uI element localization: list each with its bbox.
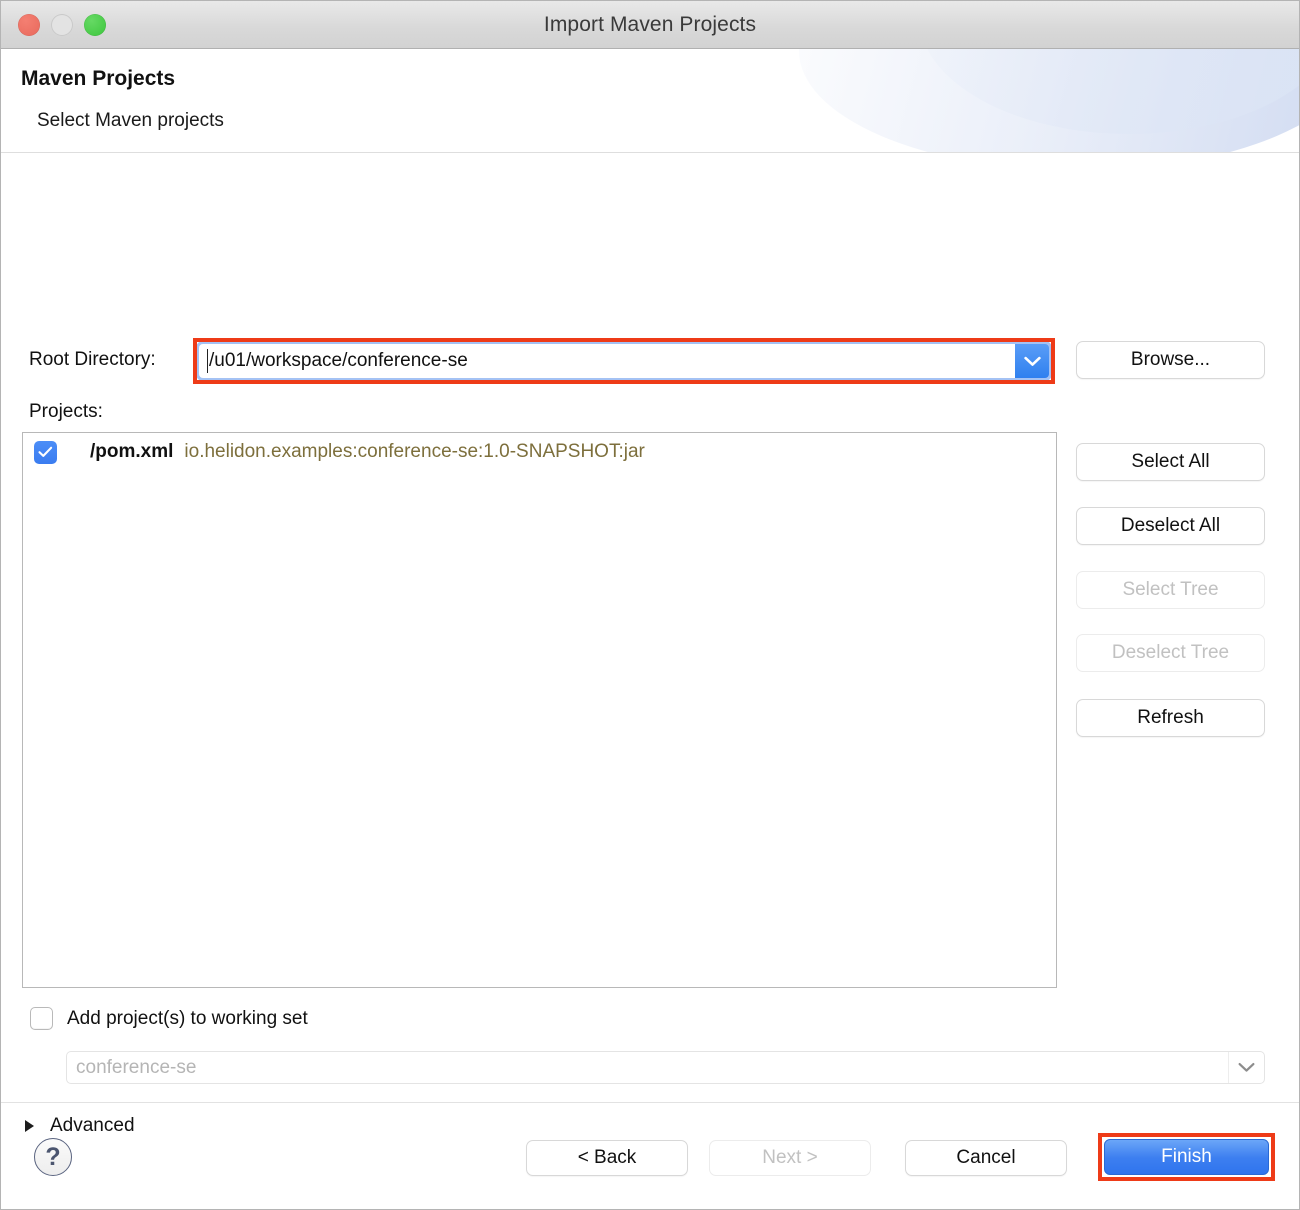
- root-directory-label: Root Directory:: [29, 349, 156, 370]
- deselect-tree-button: Deselect Tree: [1076, 634, 1265, 672]
- back-button[interactable]: < Back: [526, 1140, 688, 1176]
- chevron-down-icon: [1228, 1052, 1264, 1083]
- root-directory-input[interactable]: /u01/workspace/conference-se: [199, 344, 1015, 378]
- projects-list[interactable]: /pom.xml io.helidon.examples:conference-…: [22, 432, 1057, 988]
- title-bar: Import Maven Projects: [1, 1, 1299, 49]
- triangle-right-icon[interactable]: [25, 1120, 34, 1132]
- deselect-all-button[interactable]: Deselect All: [1076, 507, 1265, 545]
- working-set-combo: conference-se: [66, 1051, 1265, 1084]
- minimize-window-button[interactable]: [51, 13, 73, 36]
- finish-button[interactable]: Finish: [1104, 1139, 1269, 1175]
- page-subtitle: Select Maven projects: [37, 110, 224, 131]
- working-set-value: conference-se: [76, 1056, 197, 1078]
- advanced-label: Advanced: [50, 1115, 135, 1136]
- add-to-working-set-label: Add project(s) to working set: [67, 1007, 308, 1029]
- footer-separator: [1, 1102, 1299, 1103]
- project-checkbox-checked[interactable]: [34, 440, 57, 464]
- add-to-working-set-row[interactable]: Add project(s) to working set: [30, 1007, 308, 1030]
- select-all-button[interactable]: Select All: [1076, 443, 1265, 481]
- table-row[interactable]: /pom.xml io.helidon.examples:conference-…: [23, 433, 1056, 471]
- refresh-button[interactable]: Refresh: [1076, 699, 1265, 737]
- project-coordinates: io.helidon.examples:conference-se:1.0-SN…: [184, 441, 645, 462]
- dialog-body: Root Directory: /u01/workspace/conferenc…: [1, 153, 1299, 1136]
- maximize-window-button[interactable]: [84, 13, 106, 36]
- project-path: /pom.xml: [90, 441, 174, 462]
- add-to-working-set-checkbox[interactable]: [30, 1007, 53, 1030]
- close-window-button[interactable]: [18, 13, 40, 36]
- chevron-down-icon[interactable]: [1015, 344, 1049, 378]
- window-title: Import Maven Projects: [543, 12, 757, 36]
- next-button: Next >: [709, 1140, 871, 1176]
- page-title: Maven Projects: [21, 67, 176, 90]
- dialog-header: Maven Projects Select Maven projects: [1, 49, 1299, 153]
- cancel-button[interactable]: Cancel: [905, 1140, 1067, 1176]
- help-icon[interactable]: ?: [34, 1138, 72, 1176]
- select-tree-button: Select Tree: [1076, 571, 1265, 609]
- root-directory-combo[interactable]: /u01/workspace/conference-se: [199, 344, 1049, 378]
- projects-label: Projects:: [29, 401, 103, 422]
- text-cursor: [207, 349, 208, 373]
- advanced-disclosure[interactable]: Advanced: [25, 1115, 135, 1137]
- browse-button[interactable]: Browse...: [1076, 341, 1265, 379]
- import-maven-projects-dialog: Import Maven Projects Maven Projects Sel…: [0, 0, 1300, 1210]
- window-controls: [18, 1, 106, 48]
